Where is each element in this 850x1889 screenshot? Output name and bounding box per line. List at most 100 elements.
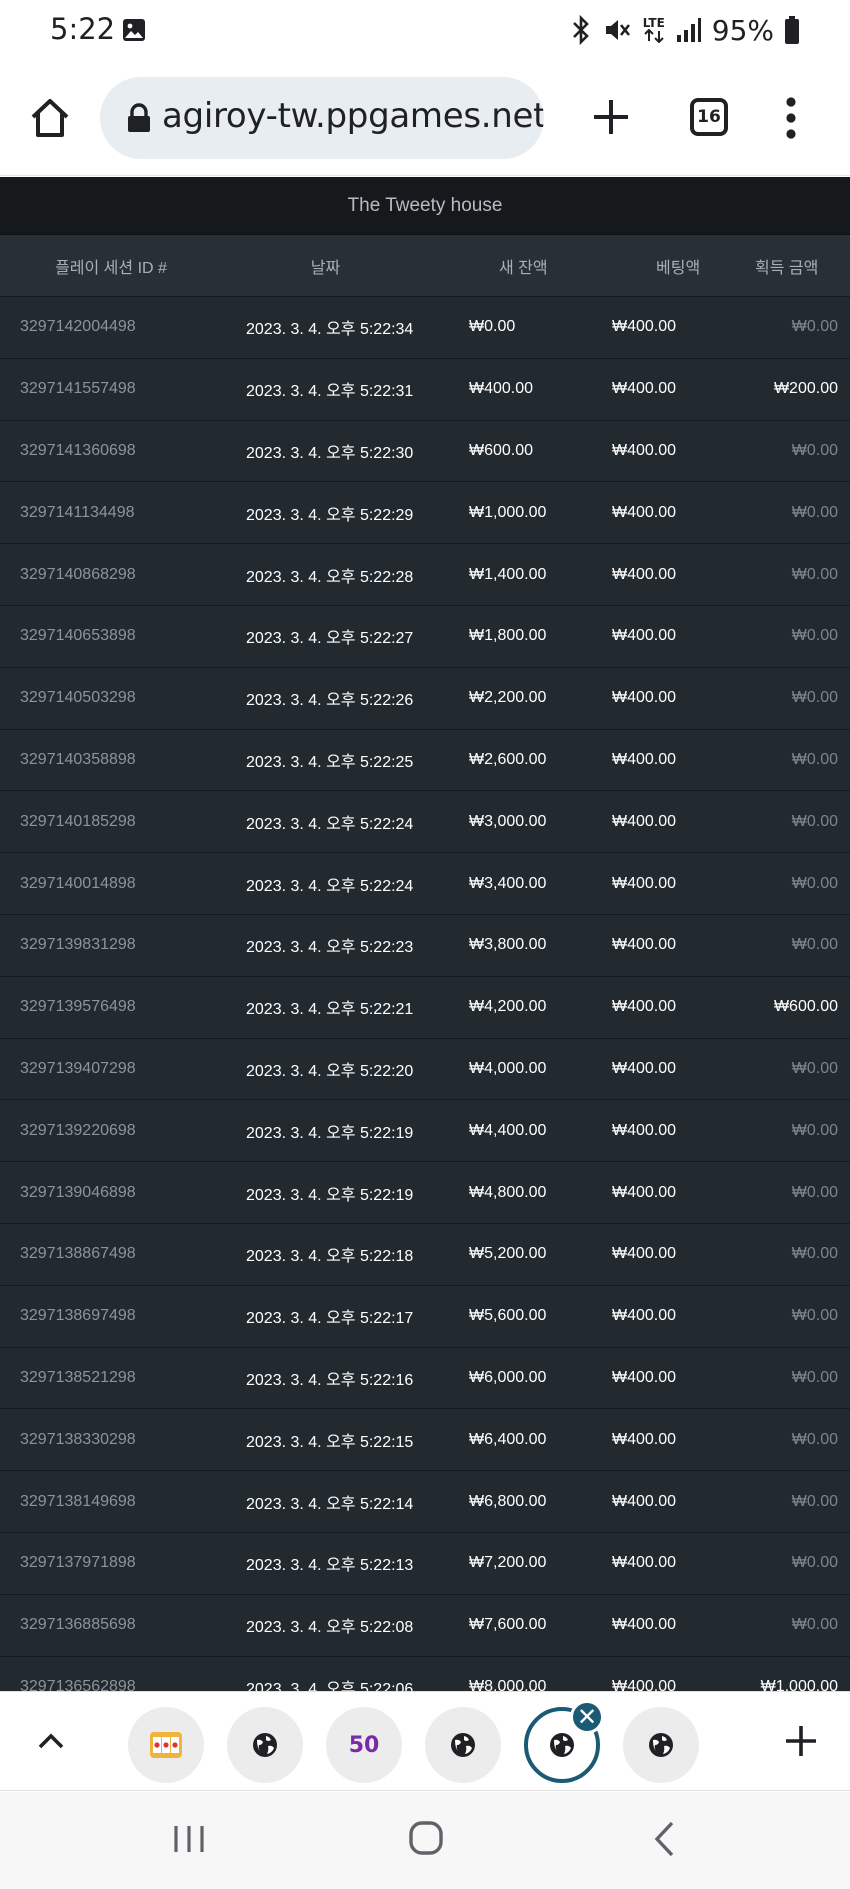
bet-cell: ₩400.00 — [612, 1430, 677, 1448]
win-cell: ₩0.00 — [791, 565, 838, 583]
table-row: 3297138697498 2023. 3. 4. 오후 5:22:17 ₩5,60… — [0, 1286, 850, 1348]
date-cell: 2023. 3. 4. 오후 5:22:31 — [246, 383, 414, 401]
win-cell: ₩0.00 — [791, 1121, 838, 1139]
bet-cell: ₩400.00 — [612, 503, 677, 521]
globe-icon — [550, 1733, 574, 1757]
session-id-cell: 3297139220698 — [20, 1121, 136, 1139]
table-row: 3297142004498 2023. 3. 4. 오후 5:22:34 ₩0.00… — [0, 297, 850, 359]
column-header-balance: 새 잔액 — [499, 259, 548, 277]
more-menu-icon[interactable] — [780, 94, 802, 142]
win-cell: ₩600.00 — [773, 998, 838, 1016]
new-tab-icon[interactable] — [590, 96, 632, 138]
date-cell: 2023. 3. 4. 오후 5:22:20 — [246, 1062, 414, 1080]
status-right-group: LTE 95% — [570, 12, 800, 48]
tab-thumbnail-globe-1[interactable] — [227, 1707, 303, 1783]
win-cell: ₩200.00 — [773, 380, 838, 398]
win-cell: ₩0.00 — [791, 627, 838, 645]
status-bar: 5:22 LTE 95% — [0, 0, 850, 62]
add-tab-icon[interactable] — [784, 1724, 818, 1758]
bet-cell: ₩400.00 — [612, 1059, 677, 1077]
balance-cell: ₩1,800.00 — [469, 627, 547, 645]
date-cell: 2023. 3. 4. 오후 5:22:30 — [246, 444, 414, 462]
mute-icon — [605, 20, 630, 40]
bet-cell: ₩400.00 — [612, 380, 677, 398]
table-row: 3297140868298 2023. 3. 4. 오후 5:22:28 ₩1,40… — [0, 544, 850, 606]
win-cell: ₩1,000.00 — [760, 1677, 838, 1691]
tab-thumbnail-globe-2[interactable] — [425, 1707, 501, 1783]
bet-cell: ₩400.00 — [612, 318, 677, 336]
table-row: 3297141134498 2023. 3. 4. 오후 5:22:29 ₩1,00… — [0, 482, 850, 545]
session-id-cell: 3297139046898 — [20, 1183, 136, 1201]
session-id-cell: 3297138697498 — [20, 1307, 136, 1325]
win-cell: ₩0.00 — [791, 812, 838, 830]
bet-cell: ₩400.00 — [612, 565, 677, 583]
bet-cell: ₩400.00 — [612, 1677, 677, 1691]
date-cell: 2023. 3. 4. 오후 5:22:26 — [246, 692, 414, 710]
column-header-date: 날짜 — [310, 259, 341, 277]
bet-cell: ₩400.00 — [612, 1554, 677, 1572]
win-cell: ₩0.00 — [791, 503, 838, 521]
bet-cell: ₩400.00 — [612, 874, 677, 892]
win-cell: ₩0.00 — [791, 1554, 838, 1572]
table-row: 3297139046898 2023. 3. 4. 오후 5:22:19 ₩4,80… — [0, 1162, 850, 1224]
table-row: 3297141360698 2023. 3. 4. 오후 5:22:30 ₩600.… — [0, 421, 850, 483]
table-row: 3297138867498 2023. 3. 4. 오후 5:22:18 ₩5,20… — [0, 1224, 850, 1286]
balance-cell: ₩5,200.00 — [469, 1245, 547, 1263]
table-row: 3297137971898 2023. 3. 4. 오후 5:22:13 ₩7,20… — [0, 1533, 850, 1595]
session-id-cell: 3297136885698 — [20, 1616, 136, 1634]
home-icon[interactable] — [28, 96, 72, 140]
date-cell: 2023. 3. 4. 오후 5:22:29 — [246, 506, 414, 524]
tab-thumbnail-fifty[interactable]: 50 — [326, 1707, 402, 1783]
session-id-cell: 3297136562898 — [20, 1677, 136, 1691]
win-cell: ₩0.00 — [791, 1183, 838, 1201]
date-cell: 2023. 3. 4. 오후 5:22:23 — [246, 939, 414, 957]
balance-cell: ₩5,600.00 — [469, 1307, 547, 1325]
table-row: 3297139576498 2023. 3. 4. 오후 5:22:21 ₩4,20… — [0, 977, 850, 1039]
bet-cell: ₩400.00 — [612, 1183, 677, 1201]
recent-apps-icon[interactable] — [172, 1824, 206, 1854]
column-header-bet: 베팅액 — [656, 259, 701, 277]
date-cell: 2023. 3. 4. 오후 5:22:24 — [246, 815, 414, 833]
tab-switcher-button[interactable]: 16 — [690, 98, 728, 136]
url-text: agiroy-tw.ppgames.net — [162, 96, 544, 136]
column-header-session-id: 플레이 세션 ID # — [55, 259, 167, 277]
table-row: 3297138330298 2023. 3. 4. 오후 5:22:15 ₩6,40… — [0, 1409, 850, 1472]
browser-toolbar: agiroy-tw.ppgames.net 16 — [0, 62, 850, 176]
table-row: 3297141557498 2023. 3. 4. 오후 5:22:31 ₩400.… — [0, 359, 850, 421]
session-id-cell: 3297139831298 — [20, 936, 136, 954]
win-cell: ₩0.00 — [791, 1430, 838, 1448]
balance-cell: ₩3,000.00 — [469, 812, 547, 830]
home-button-icon[interactable] — [408, 1820, 444, 1856]
tab-thumbnail-globe-3[interactable] — [623, 1707, 699, 1783]
session-id-cell: 3297138149698 — [20, 1492, 136, 1510]
battery-icon — [785, 16, 799, 44]
back-icon[interactable] — [652, 1820, 676, 1858]
win-cell: ₩0.00 — [791, 1616, 838, 1634]
game-title: The Tweety house — [0, 177, 850, 235]
win-cell: ₩0.00 — [791, 318, 838, 336]
date-cell: 2023. 3. 4. 오후 5:22:19 — [246, 1124, 414, 1142]
tab-thumbnail-slot[interactable] — [128, 1707, 204, 1783]
balance-cell: ₩4,000.00 — [469, 1059, 547, 1077]
balance-cell: ₩2,200.00 — [469, 689, 547, 707]
bet-cell: ₩400.00 — [612, 1368, 677, 1386]
win-cell: ₩0.00 — [791, 689, 838, 707]
bet-cell: ₩400.00 — [612, 936, 677, 954]
balance-cell: ₩4,400.00 — [469, 1121, 547, 1139]
balance-cell: ₩400.00 — [469, 380, 534, 398]
lte-label: LTE — [642, 16, 665, 30]
balance-cell: ₩3,400.00 — [469, 874, 547, 892]
address-bar[interactable]: agiroy-tw.ppgames.net — [100, 77, 544, 159]
session-id-cell: 3297139407298 — [20, 1059, 136, 1077]
bet-cell: ₩400.00 — [612, 627, 677, 645]
close-tab-icon[interactable]: ✕ — [570, 1700, 604, 1734]
session-id-cell: 3297138867498 — [20, 1245, 136, 1263]
chevron-up-icon[interactable] — [36, 1726, 66, 1756]
bluetooth-icon — [572, 15, 589, 45]
history-table-body: 3297142004498 2023. 3. 4. 오후 5:22:34 ₩0.00… — [0, 297, 850, 1691]
date-cell: 2023. 3. 4. 오후 5:22:19 — [246, 1186, 414, 1204]
date-cell: 2023. 3. 4. 오후 5:22:08 — [246, 1619, 414, 1637]
balance-cell: ₩7,600.00 — [469, 1616, 547, 1634]
win-cell: ₩0.00 — [791, 936, 838, 954]
table-row: 3297140653898 2023. 3. 4. 오후 5:22:27 ₩1,80… — [0, 606, 850, 668]
